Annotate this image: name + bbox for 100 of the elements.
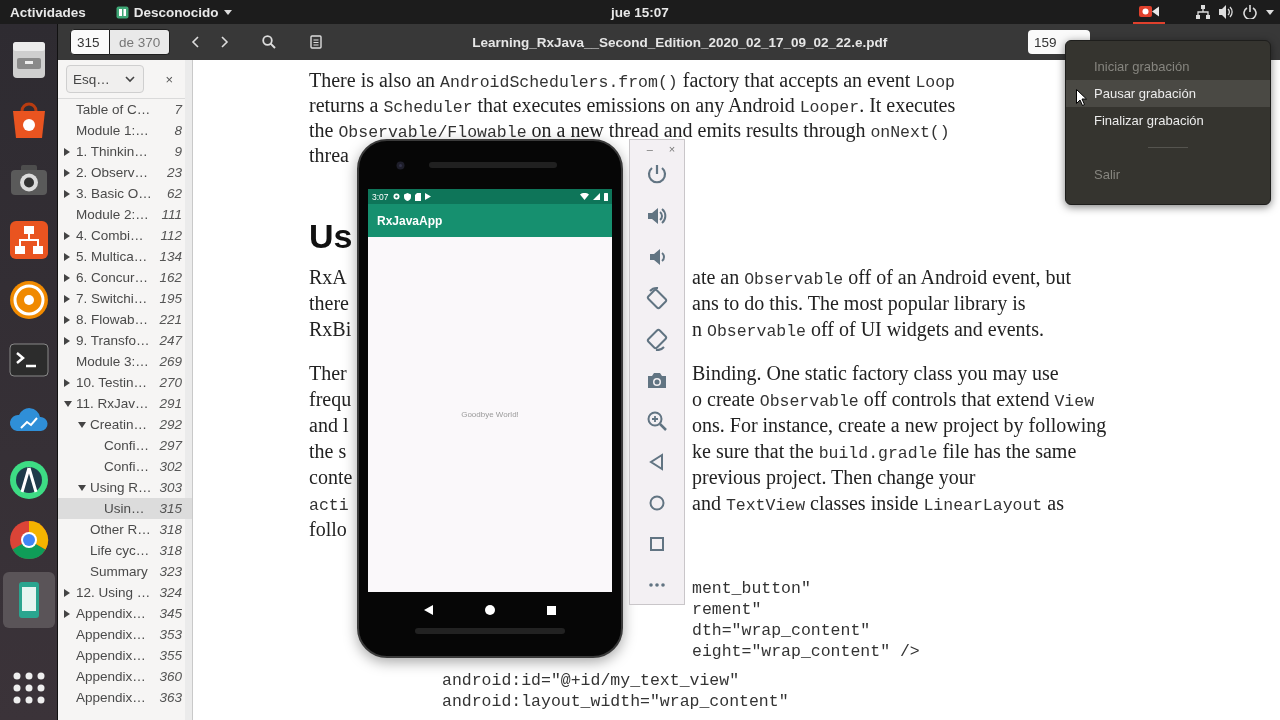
dock-button[interactable] — [2, 572, 55, 628]
text-fragment: and TextView classes inside LinearLayout as — [692, 491, 1064, 516]
outline-item[interactable]: Summary 323 — [58, 561, 192, 582]
camera-lens-icon — [396, 160, 405, 170]
recents-button[interactable] — [547, 605, 556, 615]
text-fragment: ans to do this. The most popular library is — [692, 291, 1026, 316]
text-fragment: threa — [309, 143, 349, 168]
page-count: de 370 — [110, 29, 171, 55]
outline-item[interactable]: 9. Transfo… 247 — [58, 330, 192, 351]
outline-item[interactable]: 2. Observ… 23 — [58, 162, 192, 183]
section-heading: Us — [309, 216, 353, 256]
outline-item[interactable]: 11. RxJav… 291 — [58, 393, 192, 414]
outline-item[interactable]: Appendix… 363 — [58, 687, 192, 708]
triangle-right-icon[interactable] — [64, 609, 70, 618]
triangle-right-icon[interactable] — [64, 189, 70, 198]
outline-item[interactable]: 7. Switchi… 195 — [58, 288, 192, 309]
triangle-right-icon[interactable] — [64, 273, 70, 282]
code-line: rement" — [692, 599, 762, 620]
triangle-right-icon[interactable] — [64, 378, 70, 387]
text-line: the Observable/Flowable on a new thread and emits results through onNext() — [309, 118, 950, 143]
text-fragment: the s — [309, 439, 347, 464]
triangle-right-icon[interactable] — [64, 168, 70, 177]
more-icon — [649, 582, 665, 587]
triangle-right-icon[interactable] — [64, 336, 70, 345]
notepad-icon — [310, 35, 323, 49]
outline-item[interactable]: 8. Flowab… 221 — [58, 309, 192, 330]
triangle-right-icon[interactable] — [64, 252, 70, 261]
app-bar-title: RxJavaApp — [368, 204, 612, 237]
recents-icon — [547, 605, 556, 615]
window-title: Learning_RxJava__Second_Edition_2020_02_17_09_02_22.e.pdf — [471, 34, 889, 50]
outline-item[interactable]: Other R… 318 — [58, 519, 192, 540]
text-fragment: Ther — [309, 361, 347, 386]
menu-item[interactable]: Finalizar grabación — [1066, 107, 1270, 134]
back-button[interactable] — [424, 605, 433, 615]
play-icon — [424, 193, 431, 200]
view-dropdown[interactable]: Esq… — [66, 65, 144, 93]
outline-item[interactable]: Creatin… 292 — [58, 414, 192, 435]
outline-item[interactable]: Module 1:… 8 — [58, 120, 192, 141]
chevron-left-icon — [191, 36, 200, 48]
outline-item[interactable]: Usin… 315 — [58, 498, 192, 519]
shield-icon — [403, 192, 411, 201]
outline-item[interactable]: 5. Multica… 134 — [58, 246, 192, 267]
signal-icon — [593, 193, 600, 200]
code-line: eight="wrap_content" /> — [692, 641, 920, 662]
home-icon — [485, 605, 495, 615]
home-button[interactable] — [485, 605, 495, 615]
text-fragment: and l — [309, 413, 349, 438]
triangle-right-icon[interactable] — [64, 147, 70, 156]
outline-item[interactable]: 3. Basic O… 62 — [58, 183, 192, 204]
app-menu-button[interactable]: Desconocido — [115, 0, 232, 24]
close-button[interactable]: × — [165, 71, 173, 87]
volume-icon — [1219, 5, 1234, 19]
power-icon — [1243, 5, 1257, 19]
text-fragment: ons. For instance, create a new project by following — [692, 413, 1107, 438]
outline-item[interactable]: Life cyc… 318 — [58, 540, 192, 561]
triangle-right-icon[interactable] — [64, 231, 70, 240]
message-text: Goodbye World! — [461, 410, 519, 419]
outline-item[interactable]: Using R… 303 — [58, 477, 192, 498]
cursor-icon — [1076, 89, 1087, 106]
text-fragment: n Observable off of UI widgets and events. — [692, 317, 1044, 342]
back-icon — [424, 605, 433, 615]
triangle-down-icon[interactable] — [78, 484, 86, 491]
page-field[interactable]: 315 — [70, 29, 110, 55]
search-icon — [262, 35, 277, 49]
activities-button[interactable]: Actividades — [10, 0, 86, 24]
outline-item[interactable]: 6. Concur… 162 — [58, 267, 192, 288]
code-line: android:layout_width="wrap_content" — [442, 691, 789, 712]
triangle-right-icon[interactable] — [64, 294, 70, 303]
rotate-right-icon — [645, 326, 669, 351]
text-fragment: previous project. Then change your — [692, 465, 976, 490]
minimize-button[interactable]: – — [646, 144, 653, 154]
status-time: 3:07 — [372, 191, 389, 202]
caret-icon — [1266, 9, 1274, 15]
triangle-right-icon[interactable] — [64, 588, 70, 597]
text-line: There is also an AndroidSchedulers.from() factory that accepts an event Loop — [309, 68, 955, 93]
outline-item[interactable]: Confi… 302 — [58, 456, 192, 477]
triangle-down-icon[interactable] — [78, 421, 86, 428]
text-fragment: frequ — [309, 387, 352, 412]
outline-item[interactable]: 1. Thinkin… 9 — [58, 141, 192, 162]
text-fragment: acti — [309, 495, 349, 516]
menu-item[interactable]: Pausar grabación — [1066, 80, 1270, 107]
text-fragment: ke sure that the build.gradle file has the same — [692, 439, 1077, 464]
outline-item[interactable]: Appendix… 353 — [58, 624, 192, 645]
outline-item[interactable]: 10. Testin… 270 — [58, 372, 192, 393]
outline-item[interactable]: 12. Using … 324 — [58, 582, 192, 603]
triangle-right-icon[interactable] — [64, 315, 70, 324]
text-line: returns a Scheduler that executes emissions on any Android Looper. It executes — [309, 93, 956, 118]
triangle-down-icon[interactable] — [64, 400, 72, 407]
text-fragment: there — [309, 291, 349, 316]
outline-item[interactable]: Appendix… 355 — [58, 645, 192, 666]
close-button[interactable]: × — [668, 144, 676, 154]
outline-item[interactable]: Appendix… 360 — [58, 666, 192, 687]
outline-item[interactable]: Module 3:… 269 — [58, 351, 192, 372]
outline-item[interactable]: Table of C… 7 — [58, 99, 192, 120]
outline-item[interactable]: Confi… 297 — [58, 435, 192, 456]
code-line: ment_button" — [692, 578, 811, 599]
outline-item[interactable]: Module 2:… 111 — [58, 204, 192, 225]
outline-item[interactable]: Appendix… 345 — [58, 603, 192, 624]
clock: jue 15:07 — [611, 4, 669, 20]
outline-item[interactable]: 4. Combi… 112 — [58, 225, 192, 246]
